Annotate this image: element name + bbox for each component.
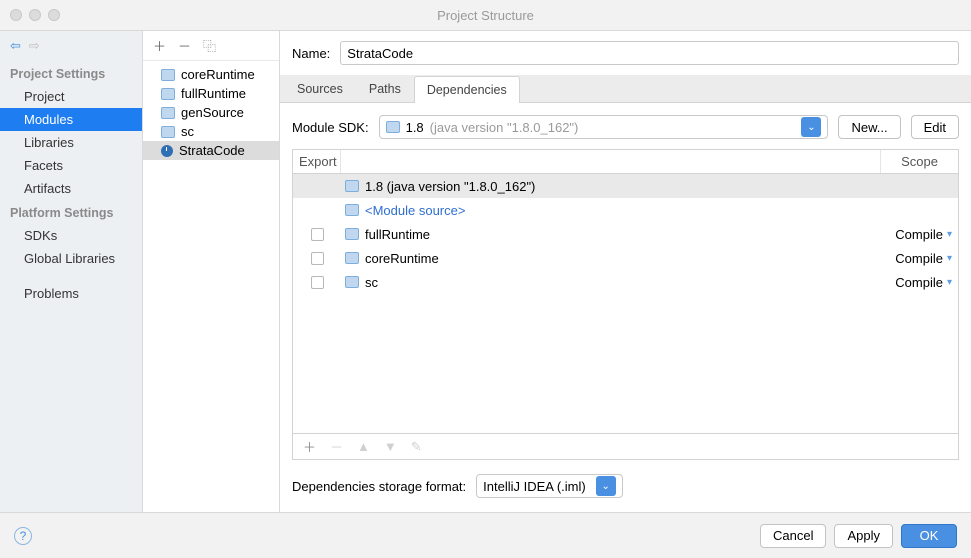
copy-module-icon[interactable]: ⿻ (203, 36, 216, 55)
dependency-label: fullRuntime (365, 227, 430, 242)
section-project-settings: Project Settings (0, 61, 142, 85)
sidebar-item-libraries[interactable]: Libraries (0, 131, 142, 154)
cancel-button[interactable]: Cancel (760, 524, 826, 548)
remove-module-icon[interactable]: － (178, 36, 191, 55)
export-checkbox[interactable] (311, 252, 324, 265)
dependency-label: coreRuntime (365, 251, 439, 266)
dependency-label: sc (365, 275, 378, 290)
dependencies-table: Export Scope 1.8 (java version "1.8.0_16… (292, 149, 959, 460)
col-scope[interactable]: Scope (880, 150, 958, 173)
module-sdk-label: Module SDK: (292, 120, 369, 135)
add-module-icon[interactable]: ＋ (153, 36, 166, 55)
tab-paths[interactable]: Paths (356, 75, 414, 102)
chevron-down-icon[interactable]: ▾ (947, 253, 952, 264)
help-icon[interactable]: ? (14, 527, 32, 545)
folder-icon (345, 276, 359, 288)
folder-icon (161, 107, 175, 119)
module-name-input[interactable] (340, 41, 959, 65)
dropdown-icon: ⌄ (801, 117, 821, 137)
dependencies-footer: ＋ － ▲ ▼ ✎ (293, 433, 958, 459)
sidebar-item-modules[interactable]: Modules (0, 108, 142, 131)
module-item-sc[interactable]: sc (143, 122, 279, 141)
module-sdk-select[interactable]: 1.8 (java version "1.8.0_162") ⌄ (379, 115, 829, 139)
dependency-label: <Module source> (365, 203, 465, 218)
sdk-edit-button[interactable]: Edit (911, 115, 959, 139)
nav-history: ⇦ ⇨ (0, 31, 142, 61)
sdk-version: 1.8 (406, 120, 424, 135)
tab-sources[interactable]: Sources (284, 75, 356, 102)
module-list: coreRuntimefullRuntimegenSourcescStrataC… (143, 61, 279, 512)
dependency-row[interactable]: 1.8 (java version "1.8.0_162") (293, 174, 958, 198)
sidebar: ⇦ ⇨ Project Settings ProjectModulesLibra… (0, 31, 143, 512)
sidebar-item-problems[interactable]: Problems (0, 282, 142, 305)
folder-icon (345, 252, 359, 264)
tab-dependencies[interactable]: Dependencies (414, 76, 520, 103)
name-label: Name: (292, 46, 330, 61)
sidebar-item-artifacts[interactable]: Artifacts (0, 177, 142, 200)
chevron-down-icon[interactable]: ▾ (947, 229, 952, 240)
back-icon[interactable]: ⇦ (10, 38, 21, 54)
move-down-icon[interactable]: ▼ (384, 439, 397, 454)
folder-icon (345, 180, 359, 192)
module-list-panel: ＋ － ⿻ coreRuntimefullRuntimegenSourcescS… (143, 31, 280, 512)
sidebar-item-facets[interactable]: Facets (0, 154, 142, 177)
ok-button[interactable]: OK (901, 524, 957, 548)
section-platform-settings: Platform Settings (0, 200, 142, 224)
sidebar-item-sdks[interactable]: SDKs (0, 224, 142, 247)
folder-icon (345, 204, 359, 216)
export-checkbox[interactable] (311, 228, 324, 241)
storage-format-select[interactable]: IntelliJ IDEA (.iml) ⌄ (476, 474, 623, 498)
add-dependency-icon[interactable]: ＋ (303, 437, 316, 456)
dialog-footer: ? Cancel Apply OK (0, 512, 971, 558)
folder-icon (345, 228, 359, 240)
module-item-coreruntime[interactable]: coreRuntime (143, 65, 279, 84)
dependency-row[interactable]: sc Compile ▾ (293, 270, 958, 294)
scope-value[interactable]: Compile (895, 275, 943, 290)
folder-icon (161, 88, 175, 100)
dependency-row[interactable]: fullRuntime Compile ▾ (293, 222, 958, 246)
folder-icon (161, 126, 175, 138)
scope-value[interactable]: Compile (895, 251, 943, 266)
export-checkbox[interactable] (311, 276, 324, 289)
sdk-icon (386, 121, 400, 133)
module-item-fullruntime[interactable]: fullRuntime (143, 84, 279, 103)
titlebar: Project Structure (0, 0, 971, 30)
remove-dependency-icon[interactable]: － (330, 437, 343, 456)
sidebar-item-project[interactable]: Project (0, 85, 142, 108)
dependency-row[interactable]: <Module source> (293, 198, 958, 222)
scope-value[interactable]: Compile (895, 227, 943, 242)
window-title: Project Structure (0, 8, 971, 23)
module-detail-panel: Name: SourcesPathsDependencies Module SD… (280, 31, 971, 512)
sdk-new-button[interactable]: New... (838, 115, 900, 139)
storage-format-value: IntelliJ IDEA (.iml) (483, 479, 586, 494)
chevron-down-icon[interactable]: ▾ (947, 277, 952, 288)
module-item-gensource[interactable]: genSource (143, 103, 279, 122)
dependencies-header: Export Scope (293, 150, 958, 174)
module-item-stratacode[interactable]: StrataCode (143, 141, 279, 160)
move-up-icon[interactable]: ▲ (357, 439, 370, 454)
folder-icon (161, 69, 175, 81)
module-toolbar: ＋ － ⿻ (143, 31, 279, 61)
edit-dependency-icon[interactable]: ✎ (411, 439, 422, 455)
forward-icon[interactable]: ⇨ (29, 38, 40, 54)
storage-format-label: Dependencies storage format: (292, 479, 466, 494)
module-tabs: SourcesPathsDependencies (280, 75, 971, 103)
dropdown-icon: ⌄ (596, 476, 616, 496)
sidebar-item-global-libraries[interactable]: Global Libraries (0, 247, 142, 270)
sdk-detail: (java version "1.8.0_162") (430, 120, 579, 135)
apply-button[interactable]: Apply (834, 524, 893, 548)
dependency-label: 1.8 (java version "1.8.0_162") (365, 179, 535, 194)
dependency-row[interactable]: coreRuntime Compile ▾ (293, 246, 958, 270)
dialog-body: ⇦ ⇨ Project Settings ProjectModulesLibra… (0, 30, 971, 512)
clock-icon (161, 145, 173, 157)
col-export[interactable]: Export (293, 150, 341, 173)
